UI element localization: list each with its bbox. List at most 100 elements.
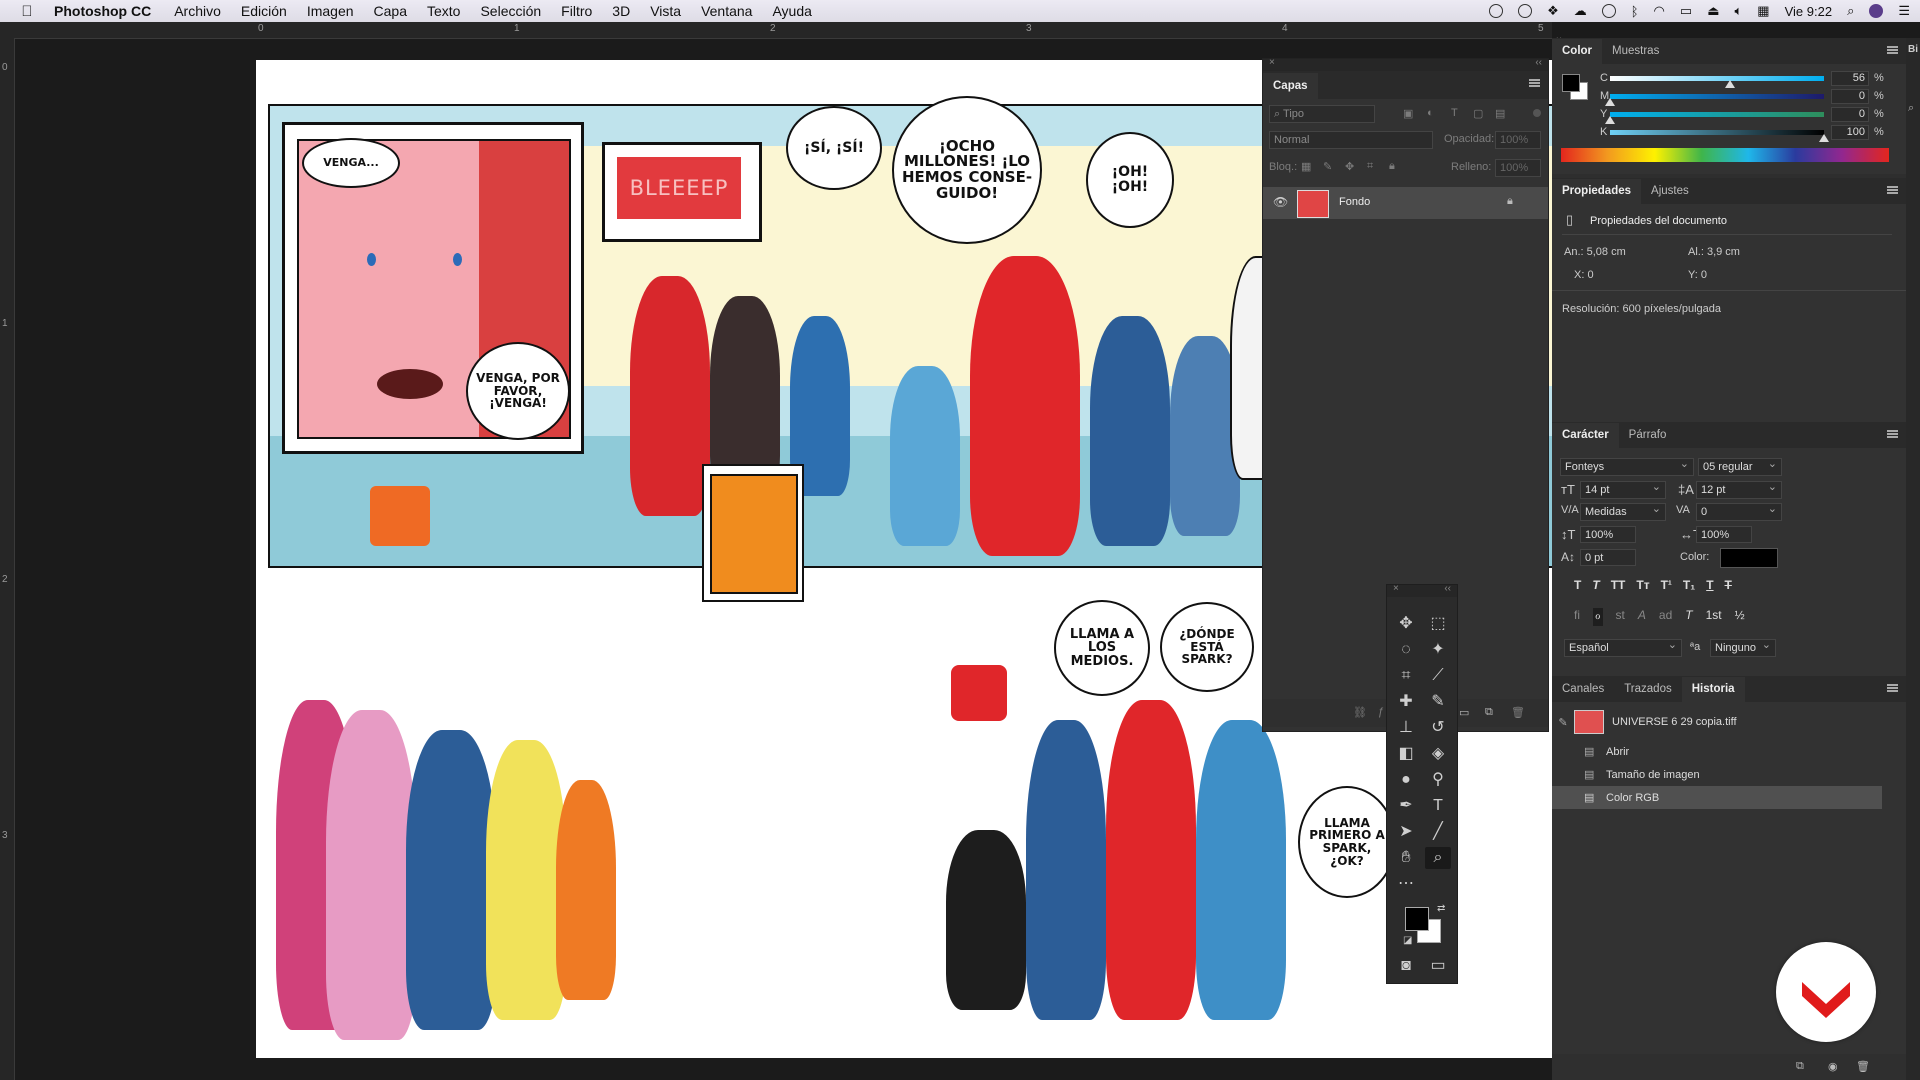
close-icon[interactable]: × [1393, 583, 1399, 594]
baseline-input[interactable]: 0 pt [1580, 549, 1636, 566]
channel-track[interactable] [1610, 76, 1824, 81]
pen-tool-icon[interactable]: ✒ [1393, 795, 1419, 817]
subscript-button[interactable]: T₁ [1683, 578, 1695, 596]
user-icon[interactable] [1869, 4, 1884, 18]
airplay-icon[interactable]: ▭ [1680, 3, 1692, 19]
line-tool-icon[interactable]: ╱ [1425, 821, 1451, 843]
dropbox-icon[interactable]: ❖ [1547, 3, 1559, 19]
menu-imagen[interactable]: Imagen [307, 3, 354, 19]
layer-filter-input[interactable]: ⌕ Tipo [1269, 105, 1375, 123]
filter-pixel-icon[interactable]: ▣ [1403, 107, 1413, 120]
panel-menu-icon[interactable] [1887, 430, 1898, 438]
superscript-button[interactable]: T¹ [1661, 578, 1672, 596]
ordinals-button[interactable]: 1st [1706, 608, 1722, 626]
all-caps-button[interactable]: TT [1611, 578, 1626, 596]
fractions-button[interactable]: ½ [1735, 608, 1745, 626]
channel-value[interactable]: 0 [1831, 89, 1869, 104]
antialias-select[interactable]: Ninguno [1710, 637, 1776, 657]
eyedropper-tool-icon[interactable]: ⟋ [1425, 665, 1451, 687]
channel-track[interactable] [1610, 130, 1824, 135]
lock-paint-icon[interactable]: ✎ [1323, 160, 1332, 173]
creative-cloud-icon[interactable] [1518, 4, 1533, 18]
panel-menu-icon[interactable] [1529, 79, 1540, 87]
history-step[interactable]: ▤ Abrir [1552, 740, 1906, 763]
history-brush-icon[interactable]: ✎ [1552, 716, 1574, 729]
font-family-select[interactable]: Fonteys [1560, 456, 1694, 476]
panel-menu-icon[interactable] [1887, 46, 1898, 54]
horizontal-scale-input[interactable]: 100% [1696, 526, 1752, 543]
strikethrough-button[interactable]: T [1725, 578, 1732, 596]
zoom-tool-icon[interactable]: ⌕ [1425, 847, 1451, 869]
default-colors-icon[interactable]: ◪ [1403, 935, 1412, 946]
fx-icon[interactable]: ƒ [1378, 706, 1384, 718]
menu-capa[interactable]: Capa [374, 3, 407, 19]
bluetooth-icon[interactable]: ᛒ [1631, 4, 1639, 19]
text-color-swatch[interactable] [1720, 548, 1778, 568]
channel-thumb[interactable] [1605, 116, 1615, 124]
screen-mode-icon[interactable]: ▭ [1425, 955, 1451, 977]
cloud-icon[interactable]: ☁ [1574, 3, 1587, 19]
fill-input[interactable]: 100% [1495, 159, 1541, 177]
language-select[interactable]: Español [1564, 637, 1682, 657]
history-step[interactable]: ▤ Tamaño de imagen [1552, 763, 1906, 786]
paint-bucket-tool-icon[interactable]: ◈ [1425, 743, 1451, 765]
font-size-select[interactable]: 14 pt [1580, 479, 1666, 499]
quick-mask-icon[interactable]: ◙ [1393, 955, 1419, 977]
panel-menu-icon[interactable] [1887, 684, 1898, 692]
notifications-icon[interactable]: ☰ [1898, 3, 1910, 19]
tab-color[interactable]: Color [1552, 39, 1603, 64]
blur-tool-icon[interactable]: ● [1393, 769, 1419, 791]
menu-vista[interactable]: Vista [650, 3, 681, 19]
menu-edicion[interactable]: Edición [241, 3, 287, 19]
history-brush-tool-icon[interactable]: ↺ [1425, 717, 1451, 739]
channel-track[interactable] [1610, 94, 1824, 99]
tab-ajustes[interactable]: Ajustes [1641, 179, 1699, 204]
underline-button[interactable]: T [1706, 578, 1713, 596]
side-label[interactable]: Bi [1908, 44, 1918, 55]
history-step-selected[interactable]: ▤ Color RGB [1552, 786, 1882, 809]
type-tool-icon[interactable]: T [1425, 795, 1451, 817]
stylistic-alternates-button[interactable]: st [1616, 608, 1625, 626]
filter-shape-icon[interactable]: ▢ [1473, 107, 1483, 120]
menu-seleccion[interactable]: Selección [480, 3, 541, 19]
link-layers-icon[interactable]: ⛓ [1353, 706, 1367, 719]
swash-button[interactable]: A [1638, 608, 1646, 626]
faux-italic-button[interactable]: T [1592, 578, 1599, 596]
marquee-tool-icon[interactable]: ⬚ [1425, 613, 1451, 635]
collapse-icon[interactable]: ‹‹ [1535, 57, 1542, 68]
lasso-tool-icon[interactable]: ◌ [1393, 639, 1419, 661]
tab-parrafo[interactable]: Párrafo [1619, 423, 1677, 448]
hand-tool-icon[interactable]: ✋︎ [1393, 847, 1419, 869]
panel-header[interactable]: × ‹‹ [1263, 57, 1548, 71]
ligatures-button[interactable]: ﬁ [1574, 608, 1580, 626]
new-group-icon[interactable]: ▭ [1459, 706, 1469, 719]
app-name[interactable]: Photoshop CC [54, 3, 151, 19]
eraser-tool-icon[interactable]: ◧ [1393, 743, 1419, 765]
leading-select[interactable]: 12 pt [1696, 479, 1782, 499]
channel-value[interactable]: 56 [1831, 71, 1869, 86]
foreground-swatch[interactable] [1562, 74, 1580, 92]
blend-mode-select[interactable]: Normal [1269, 131, 1433, 149]
channel-thumb[interactable] [1605, 98, 1615, 106]
filter-smart-icon[interactable]: ▤ [1495, 107, 1505, 120]
apple-icon[interactable]:  [14, 3, 40, 20]
filter-adjust-icon[interactable]: ◐ [1427, 107, 1434, 119]
magic-wand-tool-icon[interactable]: ✦ [1425, 639, 1451, 661]
tracking-select[interactable]: 0 [1696, 501, 1782, 521]
channel-track[interactable] [1610, 112, 1824, 117]
tab-canales[interactable]: Canales [1552, 677, 1614, 702]
filter-toggle[interactable] [1533, 109, 1541, 117]
clock[interactable]: Vie 9:22 [1785, 4, 1832, 19]
tab-muestras[interactable]: Muestras [1602, 39, 1669, 64]
keyboard-icon[interactable]: ▦ [1757, 3, 1769, 19]
channel-value[interactable]: 0 [1831, 107, 1869, 122]
close-icon[interactable]: × [1269, 57, 1275, 68]
move-tool-icon[interactable]: ✥ [1393, 613, 1419, 635]
layer-name[interactable]: Fondo [1339, 196, 1370, 208]
time-machine-icon[interactable] [1601, 4, 1616, 18]
filter-type-icon[interactable]: T [1451, 107, 1458, 119]
tab-propiedades[interactable]: Propiedades [1552, 179, 1642, 204]
tab-caracter[interactable]: Carácter [1552, 423, 1619, 448]
delete-layer-icon[interactable]: 🗑︎ [1511, 706, 1525, 719]
swap-colors-icon[interactable]: ⇄ [1437, 903, 1445, 914]
